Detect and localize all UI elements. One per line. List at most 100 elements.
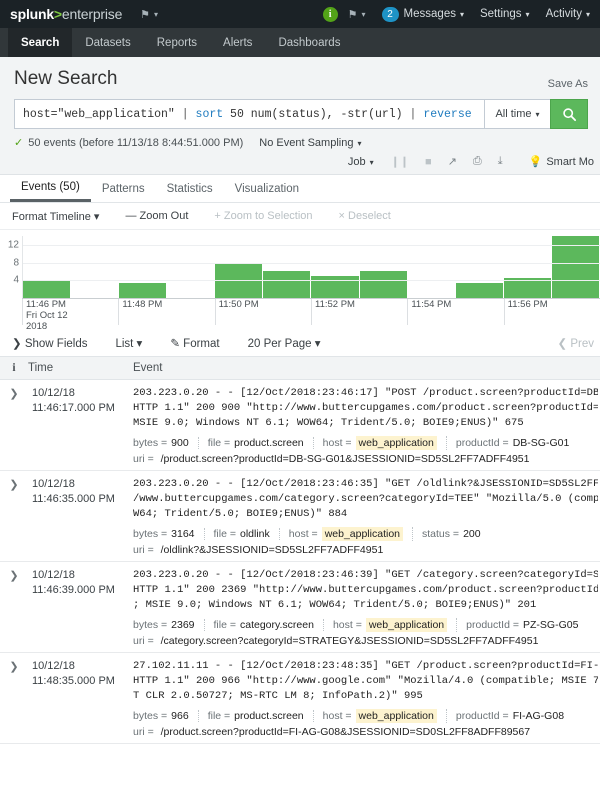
tab-visualization[interactable]: Visualization [224, 175, 310, 202]
settings-menu[interactable]: Settings ▾ [480, 8, 530, 20]
tab-events[interactable]: Events (50) [10, 175, 91, 202]
event-raw-line: MSIE 9.0; Windows NT 6.1; WOW64; Trident… [133, 417, 524, 429]
event-field-value: product.screen [234, 437, 304, 449]
event-raw-line: HTTP 1.1" 200 900 "http://www.buttercupg… [133, 402, 598, 414]
messages-menu[interactable]: 2 Messages ▾ [381, 6, 464, 22]
print-icon[interactable]: ⎙ [465, 155, 490, 168]
events-timeline-chart[interactable]: 4 8 12 11:46 PM Fri Oct 12 2018 11:48 PM 11:50… [0, 230, 600, 332]
nav-item-alerts[interactable]: Alerts [210, 28, 265, 57]
chart-inner: 4 8 12 11:46 PM Fri Oct 12 2018 11:48 PM 11:50… [0, 236, 600, 332]
zoom-out-button[interactable]: — Zoom Out [125, 210, 188, 222]
event-uri-field[interactable]: uri = /product.screen?productId=FI-AG-G0… [133, 726, 598, 738]
splunk-logo[interactable]: splunk>enterprise [10, 6, 122, 22]
search-input[interactable]: host="web_application" | sort 50 num(sta… [14, 99, 484, 129]
activity-menu[interactable]: Activity ▾ [546, 8, 590, 20]
event-body: 203.223.0.20 - - [12/Oct/2018:23:46:35] … [133, 477, 600, 556]
event-field[interactable]: host = web_application [323, 436, 447, 450]
tab-statistics[interactable]: Statistics [156, 175, 224, 202]
event-field[interactable]: file = product.screen [208, 710, 314, 722]
job-menu-button[interactable]: Job ▾ [339, 156, 383, 168]
chart-bar[interactable] [311, 275, 360, 298]
y-axis-tick-12: 12 [7, 239, 19, 251]
event-field[interactable]: bytes = 3164 [133, 528, 205, 540]
activity-label: Activity [545, 8, 582, 20]
search-submit-button[interactable] [550, 99, 588, 129]
expand-row-icon[interactable]: ❯ [0, 568, 28, 647]
app-selector-icon[interactable]: ⚑ ▾ [140, 8, 158, 21]
expand-row-icon[interactable]: ❯ [0, 386, 28, 465]
event-sampling-dropdown[interactable]: No Event Sampling ▾ [259, 137, 361, 149]
event-field[interactable]: status = 200 [422, 528, 490, 540]
time-range-picker[interactable]: All time ▾ [484, 99, 550, 129]
tab-patterns[interactable]: Patterns [91, 175, 156, 202]
event-uri-value: /product.screen?productId=FI-AG-G08&JSES… [160, 726, 531, 738]
event-field[interactable]: host = web_application [289, 527, 413, 541]
table-row[interactable]: ❯ 10/12/18 11:48:35.000 PM 27.102.11.11 - -… [0, 653, 600, 744]
event-field-key: host = [322, 437, 352, 449]
event-field[interactable]: host = web_application [333, 618, 458, 632]
x-axis-tick: 11:52 PM [311, 299, 355, 325]
chevron-down-icon-sampling: ▾ [357, 138, 362, 148]
pause-icon[interactable]: ❙❙ [383, 155, 417, 168]
chart-bar[interactable] [263, 271, 312, 298]
event-raw-line: ; MSIE 9.0; Windows NT 6.1; WOW64; Tride… [133, 599, 537, 611]
stop-icon[interactable]: ■ [417, 156, 440, 168]
nav-item-datasets[interactable]: Datasets [72, 28, 143, 57]
table-row[interactable]: ❯ 10/12/18 11:46:17.000 PM 203.223.0.20 - -… [0, 380, 600, 471]
deselect-button[interactable]: × Deselect [339, 210, 391, 222]
per-page-dropdown[interactable]: 20 Per Page ▾ [248, 336, 321, 350]
event-raw-line: W64; Trident/5.0; BOIE9;ENUS)" 884 [133, 508, 348, 520]
event-field-list: bytes = 966 file = product.screen host = web_… [133, 709, 598, 723]
table-row[interactable]: ❯ 10/12/18 11:46:39.000 PM 203.223.0.20 - -… [0, 562, 600, 653]
table-row[interactable]: ❯ 10/12/18 11:46:35.000 PM 203.223.0.20 - -… [0, 471, 600, 562]
nav-item-dashboards[interactable]: Dashboards [265, 28, 353, 57]
share-icon[interactable]: ↗ [440, 155, 465, 168]
event-uri-field[interactable]: uri = /product.screen?productId=DB-SG-G0… [133, 453, 598, 465]
gridline-12 [23, 244, 600, 246]
event-field[interactable]: host = web_application [323, 709, 447, 723]
format-button[interactable]: ✎ Format [170, 336, 219, 350]
show-fields-button[interactable]: ❯ Show Fields [12, 336, 87, 350]
chart-bar[interactable] [455, 282, 504, 298]
event-field[interactable]: file = oldlink [214, 528, 280, 540]
event-field[interactable]: file = category.screen [214, 619, 324, 631]
expand-row-icon[interactable]: ❯ [0, 659, 28, 738]
chart-bar[interactable] [119, 282, 168, 298]
info-badge-icon[interactable]: i [322, 6, 338, 22]
page-title: New Search [14, 68, 118, 89]
event-field-key: file = [207, 710, 231, 722]
query-pipe-2: | [409, 107, 424, 121]
event-field[interactable]: productId = FI-AG-G08 [456, 710, 573, 722]
nav-item-search[interactable]: Search [8, 28, 73, 57]
event-field[interactable]: bytes = 966 [133, 710, 199, 722]
event-field[interactable]: bytes = 900 [133, 437, 199, 449]
flag-dropdown-icon[interactable]: ⚑ ▾ [348, 8, 366, 21]
save-as-button[interactable]: Save As [548, 78, 588, 90]
list-mode-dropdown[interactable]: List ▾ [115, 336, 142, 350]
flag-icon-2: ⚑ [347, 8, 358, 21]
expand-row-icon[interactable]: ❯ [0, 477, 28, 556]
event-field[interactable]: file = product.screen [208, 437, 314, 449]
zoom-to-selection-button[interactable]: + Zoom to Selection [214, 210, 312, 222]
event-uri-field[interactable]: uri = /oldlink?&JSESSIONID=SD5SL2FF7ADFF… [133, 544, 598, 556]
event-field[interactable]: productId = DB-SG-G01 [456, 437, 578, 449]
export-icon[interactable]: ⤓ [490, 155, 511, 168]
flag-icon: ⚑ [140, 8, 151, 21]
event-field[interactable]: productId = PZ-SG-G05 [466, 619, 587, 631]
event-field-list: bytes = 3164 file = oldlink host = web_applic… [133, 527, 598, 541]
column-header-time[interactable]: Time [28, 362, 133, 374]
time-range-label: All time [495, 108, 532, 120]
event-uri-value: /product.screen?productId=DB-SG-G01&JSES… [160, 453, 530, 465]
event-uri-field[interactable]: uri = /category.screen?categoryId=STRATE… [133, 635, 598, 647]
chart-bar[interactable] [359, 271, 408, 298]
chevron-down-icon-2: ▾ [361, 9, 366, 19]
event-field[interactable]: bytes = 2369 [133, 619, 205, 631]
search-mode-selector[interactable]: 💡 Smart Mo [511, 155, 594, 169]
chart-bar[interactable] [23, 280, 72, 298]
format-timeline-button[interactable]: Format Timeline ▾ [12, 210, 99, 223]
event-raw-line: 203.223.0.20 - - [12/Oct/2018:23:46:39] … [133, 569, 598, 581]
nav-item-reports[interactable]: Reports [144, 28, 210, 57]
x-axis-tick: 11:50 PM [214, 299, 259, 325]
prev-page-button[interactable]: ❮ Prev [558, 336, 600, 350]
column-header-event[interactable]: Event [133, 362, 600, 374]
